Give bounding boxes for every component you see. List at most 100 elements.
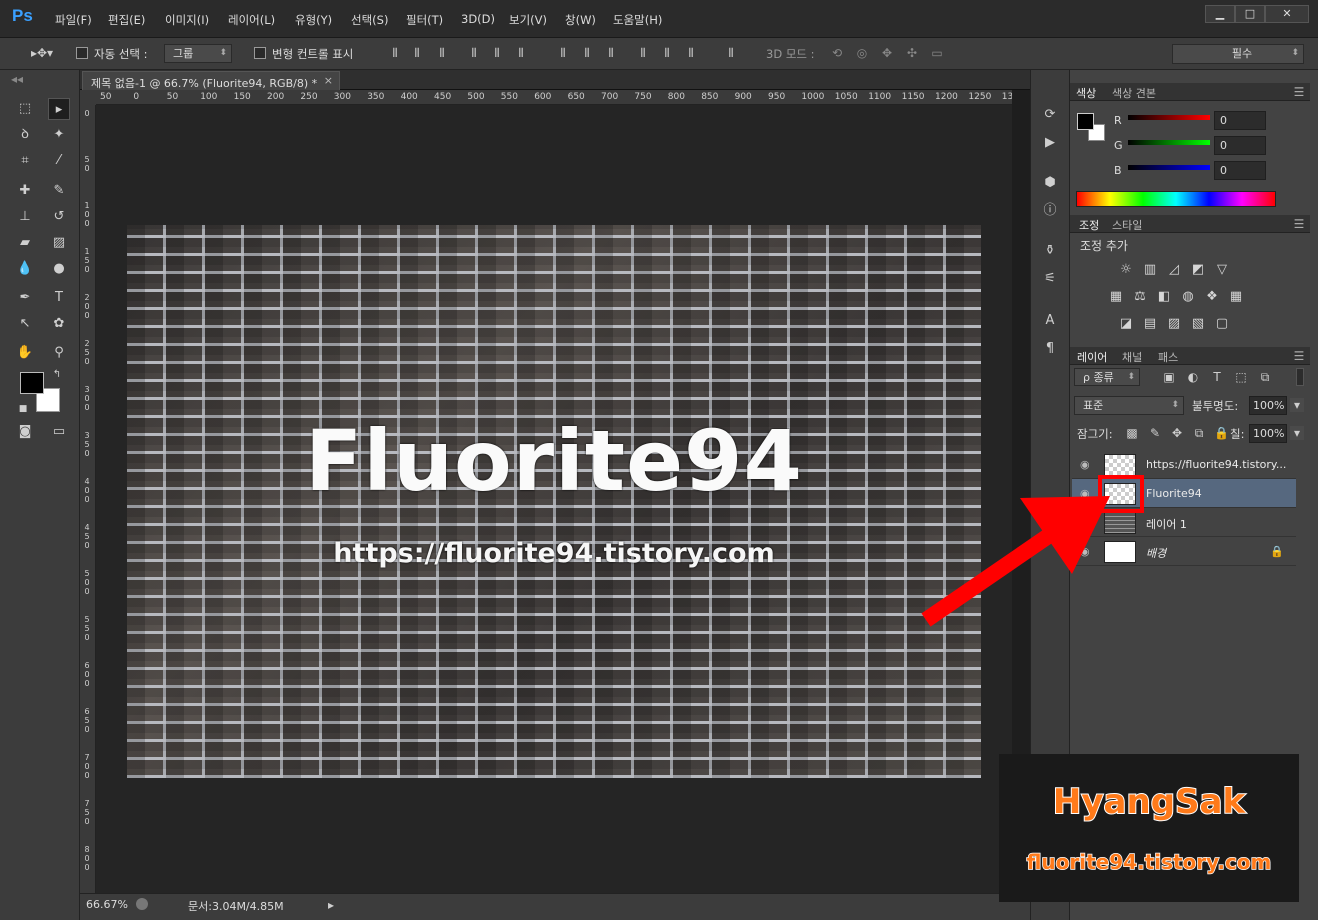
3d-mode-icon[interactable]: ✣ [905,46,919,60]
brush-panel-icon[interactable]: ⚟ [1039,268,1061,290]
posterize-icon[interactable]: ▤ [1142,316,1158,332]
tab-layers[interactable]: 레이어 [1077,349,1107,365]
channel-b-value[interactable]: 0 [1214,161,1266,180]
channel-mixer-icon[interactable]: ❖ [1204,289,1220,305]
menu-item[interactable]: 편집(E) [108,12,145,28]
image-filter-icon[interactable]: ▣ [1162,370,1176,384]
menu-item[interactable]: 파일(F) [55,12,92,28]
invert-icon[interactable]: ◪ [1118,316,1134,332]
3d-mode-icon[interactable]: ▭ [930,46,944,60]
photo-filter-icon[interactable]: ◍ [1180,289,1196,305]
history-brush-tool-icon[interactable]: ↺ [48,206,70,228]
history-panel-icon[interactable]: ⟳ [1039,104,1061,126]
layer-filter-dropdown[interactable]: ρ 종류 [1074,368,1140,386]
shape-tool-icon[interactable]: ✿ [48,313,70,335]
marquee-tool-icon[interactable]: ⬚ [14,98,36,120]
3d-panel-icon[interactable]: ⬢ [1039,172,1061,194]
align-icon[interactable]: ⫴ [636,46,650,60]
zoom-level[interactable]: 66.67% [86,898,128,911]
channel-b-slider[interactable] [1128,165,1210,170]
auto-select-checkbox[interactable] [76,47,88,59]
swap-colors-icon[interactable]: ↰ [50,368,64,382]
document-tab-close-icon[interactable]: × [324,74,333,87]
align-icon[interactable]: ⫴ [604,46,618,60]
screen-mode-icon[interactable]: ▭ [48,421,70,443]
align-icon[interactable]: ⫴ [388,46,402,60]
brush-tool-icon[interactable]: ✎ [48,180,70,202]
lock-transparent-icon[interactable]: ▩ [1125,426,1139,440]
layer-filter-toggle[interactable] [1296,368,1304,386]
maximize-button[interactable]: □ [1235,5,1265,23]
fill-value[interactable]: 100% [1249,424,1287,443]
color-spectrum-bar[interactable] [1076,191,1276,207]
lock-position-icon[interactable]: ✥ [1170,426,1184,440]
tab-swatches[interactable]: 색상 견본 [1112,85,1156,101]
tab-color[interactable]: 색상 [1076,85,1096,101]
align-icon[interactable]: ⫴ [556,46,570,60]
eraser-tool-icon[interactable]: ▰ [14,232,36,254]
channel-r-value[interactable]: 0 [1214,111,1266,130]
move-tool-preset-icon[interactable]: ▸✥▾ [28,46,56,60]
crop-tool-icon[interactable]: ⌗ [14,150,36,172]
opacity-dropdown-arrow-icon[interactable]: ▾ [1290,398,1304,412]
menu-item[interactable]: 도움말(H) [613,12,662,28]
document-tab[interactable]: 제목 없음-1 @ 66.7% (Fluorite94, RGB/8) * × [82,71,340,90]
transform-controls-checkbox[interactable] [254,47,266,59]
brightness-icon[interactable]: ☼ [1118,262,1134,278]
threshold-icon[interactable]: ▨ [1166,316,1182,332]
auto-select-dropdown[interactable]: 그룹 [164,44,232,63]
channel-g-slider[interactable] [1128,140,1210,145]
adjustment-filter-icon[interactable]: ◐ [1186,370,1200,384]
align-icon[interactable]: ⫴ [724,46,738,60]
menu-item[interactable]: 보기(V) [509,12,547,28]
gradient-map-icon[interactable]: ▧ [1190,316,1206,332]
channel-g-value[interactable]: 0 [1214,136,1266,155]
smart-object-filter-icon[interactable]: ⧉ [1258,370,1272,384]
close-button[interactable]: ✕ [1265,5,1309,23]
align-icon[interactable]: ⫴ [660,46,674,60]
color-panel-menu-icon[interactable]: ☰ [1292,85,1306,99]
3d-mode-icon[interactable]: ⟲ [830,46,844,60]
color-lookup-icon[interactable]: ▦ [1228,289,1244,305]
hand-tool-icon[interactable]: ✋ [14,342,36,364]
menu-item[interactable]: 유형(Y) [295,12,332,28]
dodge-tool-icon[interactable]: ● [48,258,70,280]
opacity-value[interactable]: 100% [1249,396,1287,415]
shape-filter-icon[interactable]: ⬚ [1234,370,1248,384]
adjustments-panel-menu-icon[interactable]: ☰ [1292,217,1306,231]
exposure-icon[interactable]: ◩ [1190,262,1206,278]
collapse-toolbar-icon[interactable]: ◂◂ [10,72,24,86]
tab-paths[interactable]: 패스 [1158,349,1178,365]
channel-r-slider[interactable] [1128,115,1210,120]
lock-pixels-icon[interactable]: ✎ [1148,426,1162,440]
type-filter-icon[interactable]: T [1210,370,1224,384]
menu-item[interactable]: 필터(T) [406,12,443,28]
fill-dropdown-arrow-icon[interactable]: ▾ [1290,426,1304,440]
workspace-dropdown[interactable]: 필수 [1172,44,1304,64]
menu-item[interactable]: 선택(S) [351,12,388,28]
menu-item[interactable]: 레이어(L) [228,12,275,28]
levels-icon[interactable]: ▥ [1142,262,1158,278]
menu-item[interactable]: 3D(D) [461,12,495,26]
3d-mode-icon[interactable]: ✥ [880,46,894,60]
paragraph-panel-icon[interactable]: ¶ [1039,338,1061,360]
align-icon[interactable]: ⫴ [514,46,528,60]
default-colors-icon[interactable]: ■ [16,402,30,416]
align-icon[interactable]: ⫴ [410,46,424,60]
healing-brush-tool-icon[interactable]: ✚ [14,180,36,202]
clone-stamp-tool-icon[interactable]: ⊥ [14,206,36,228]
move-tool-icon[interactable]: ▸ [48,98,70,120]
selective-color-icon[interactable]: ▢ [1214,316,1230,332]
align-icon[interactable]: ⫴ [435,46,449,60]
magic-wand-tool-icon[interactable]: ✦ [48,124,70,146]
status-menu-arrow-icon[interactable]: ▸ [324,898,338,912]
character-panel-icon[interactable]: A [1039,310,1061,332]
zoom-tool-icon[interactable]: ⚲ [48,342,70,364]
align-icon[interactable]: ⫴ [490,46,504,60]
path-selection-tool-icon[interactable]: ↖ [14,313,36,335]
tab-channels[interactable]: 채널 [1122,349,1142,365]
blur-tool-icon[interactable]: 💧 [14,258,36,280]
quick-mask-icon[interactable]: ◙ [14,421,36,443]
actions-panel-icon[interactable]: ▶ [1039,132,1061,154]
eyedropper-tool-icon[interactable]: ⁄ [48,150,70,172]
